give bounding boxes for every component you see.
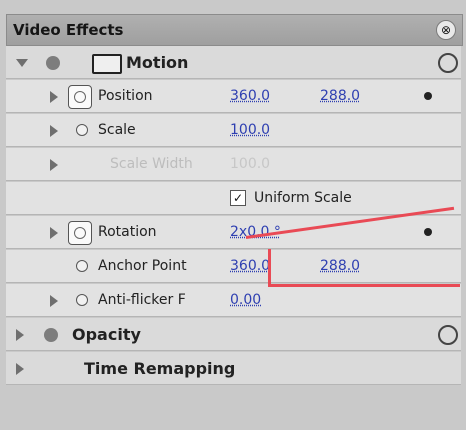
scale-width-label: Scale Width — [110, 156, 193, 172]
stopwatch-icon[interactable] — [76, 294, 88, 306]
uniform-scale-row: ✓ Uniform Scale — [6, 182, 461, 215]
anchor-y-value[interactable]: 288.0 — [320, 258, 360, 274]
time-remapping-label: Time Remapping — [84, 359, 236, 378]
motion-icon — [92, 54, 122, 74]
row-divider — [6, 384, 461, 385]
anchor-point-row: Anchor Point 360.0 288.0 — [6, 250, 461, 283]
toggle-effect-icon[interactable] — [44, 328, 58, 342]
position-label: Position — [98, 88, 153, 104]
row-divider — [6, 350, 461, 351]
row-divider — [6, 78, 461, 79]
stopwatch-icon[interactable] — [76, 124, 88, 136]
callout-line-bottom — [270, 284, 460, 287]
video-effects-panel: Video Effects ⊗ Motion Position 360.0 28… — [0, 0, 466, 430]
collapse-arrow-icon[interactable] — [16, 59, 28, 67]
rotation-label: Rotation — [98, 224, 157, 240]
row-divider — [6, 112, 461, 113]
scale-row: Scale 100.0 — [6, 114, 461, 147]
anti-flicker-value[interactable]: 0.00 — [230, 292, 261, 308]
panel-header: Video Effects ⊗ — [6, 14, 463, 46]
expand-arrow-icon[interactable] — [50, 125, 58, 137]
stopwatch-icon[interactable] — [68, 85, 92, 109]
position-row: Position 360.0 288.0 — [6, 80, 461, 113]
rotation-row: Rotation 2x0.0 ° — [6, 216, 461, 249]
row-divider — [6, 248, 461, 249]
expand-arrow-icon[interactable] — [16, 329, 24, 341]
position-x-value[interactable]: 360.0 — [230, 88, 270, 104]
row-divider — [6, 282, 461, 283]
stopwatch-icon[interactable] — [76, 260, 88, 272]
keyframe-navigator-icon[interactable] — [424, 228, 432, 236]
anchor-x-value[interactable]: 360.0 — [230, 258, 270, 274]
panel-options-button[interactable]: ⊗ — [436, 20, 456, 40]
panel-title: Video Effects — [13, 21, 124, 39]
row-divider — [6, 180, 461, 181]
expand-arrow-icon — [50, 159, 58, 171]
motion-row[interactable]: Motion — [6, 46, 461, 79]
keyframe-navigator-icon[interactable] — [424, 92, 432, 100]
opacity-label: Opacity — [72, 325, 141, 344]
anti-flicker-label: Anti-flicker F — [98, 292, 186, 308]
expand-arrow-icon[interactable] — [16, 363, 24, 375]
row-divider — [6, 316, 461, 317]
scale-label: Scale — [98, 122, 136, 138]
callout-line-vertical — [268, 249, 271, 287]
reset-icon[interactable] — [438, 53, 458, 73]
stopwatch-icon[interactable] — [68, 221, 92, 245]
reset-icon[interactable] — [438, 325, 458, 345]
uniform-scale-checkbox[interactable]: ✓ — [230, 190, 246, 206]
motion-label: Motion — [126, 53, 189, 72]
scale-value[interactable]: 100.0 — [230, 122, 270, 138]
uniform-scale-label: Uniform Scale — [254, 190, 352, 206]
expand-arrow-icon[interactable] — [50, 227, 58, 239]
expand-arrow-icon[interactable] — [50, 295, 58, 307]
scale-width-value: 100.0 — [230, 156, 271, 172]
anti-flicker-row: Anti-flicker F 0.00 — [6, 284, 461, 317]
anchor-point-label: Anchor Point — [98, 258, 187, 274]
toggle-effect-icon[interactable] — [46, 56, 60, 70]
scale-width-row: Scale Width 100.0 — [6, 148, 461, 181]
expand-arrow-icon[interactable] — [50, 91, 58, 103]
row-divider — [6, 146, 461, 147]
position-y-value[interactable]: 288.0 — [320, 88, 360, 104]
opacity-row[interactable]: Opacity — [6, 318, 461, 351]
time-remapping-row[interactable]: Time Remapping — [6, 352, 461, 385]
